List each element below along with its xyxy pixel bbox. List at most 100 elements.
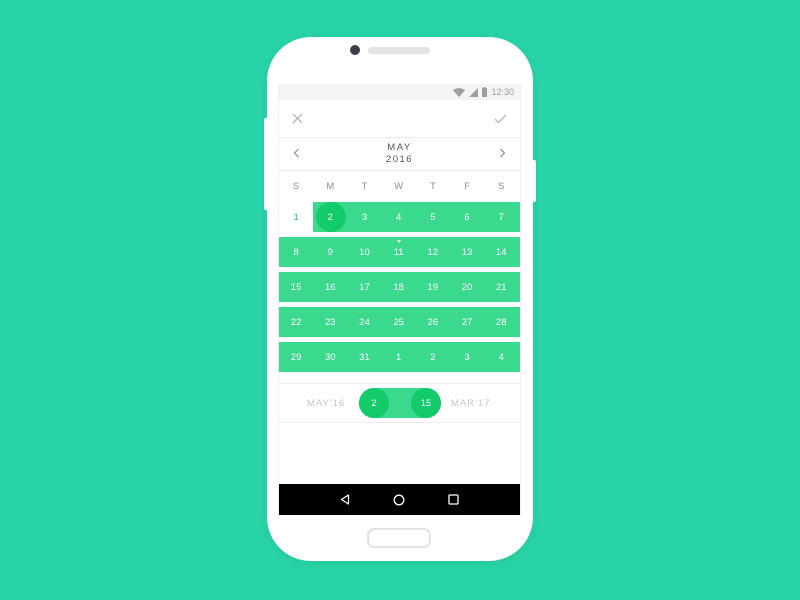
calendar-day[interactable]: 4 <box>484 342 518 372</box>
range-start-label: MAY'16 <box>307 398 346 409</box>
calendar-day[interactable]: 22 <box>279 307 313 337</box>
check-icon[interactable] <box>494 114 507 124</box>
front-camera <box>350 45 360 55</box>
day-number: 4 <box>498 351 504 363</box>
calendar-day[interactable]: 2 <box>416 342 450 372</box>
day-number: 20 <box>461 281 473 293</box>
calendar-day[interactable]: 30 <box>313 342 347 372</box>
calendar-day[interactable]: 3 <box>450 342 484 372</box>
battery-icon <box>482 87 488 97</box>
calendar-day[interactable]: 24 <box>347 307 381 337</box>
range-selector: MAY'16 2 15 MAR'17 <box>279 383 520 423</box>
calendar-day[interactable]: 25 <box>382 307 416 337</box>
day-number: 17 <box>359 281 370 293</box>
day-number: 22 <box>290 316 302 328</box>
calendar-day[interactable]: 29 <box>279 342 313 372</box>
day-number: 4 <box>396 211 402 223</box>
calendar-day[interactable]: 16 <box>313 272 347 302</box>
status-time: 12:30 <box>491 87 514 97</box>
calendar-day[interactable]: 28 <box>484 307 518 337</box>
calendar-day[interactable]: 8 <box>279 237 313 267</box>
day-number: 3 <box>361 211 368 223</box>
day-number: 5 <box>430 211 436 223</box>
calendar-week: 8 9 10 11 12 13 14 <box>279 237 520 267</box>
calendar-day[interactable]: 14 <box>484 237 518 267</box>
day-number: 6 <box>464 211 470 223</box>
chevron-right-icon[interactable] <box>499 145 506 163</box>
calendar-day-selected[interactable]: 2 <box>313 202 347 232</box>
weekday-label: S <box>498 181 505 192</box>
calendar-day[interactable]: 12 <box>416 237 450 267</box>
day-number: 12 <box>427 246 439 258</box>
calendar-day[interactable]: 4 <box>382 202 416 232</box>
day-number: 25 <box>393 316 404 328</box>
calendar-day[interactable]: 7 <box>484 202 518 232</box>
calendar-day[interactable]: 3 <box>347 202 381 232</box>
calendar-day[interactable]: 20 <box>450 272 484 302</box>
calendar-day[interactable]: 10 <box>347 237 381 267</box>
close-icon[interactable] <box>292 113 303 124</box>
day-number: 21 <box>495 281 507 293</box>
day-number: 26 <box>427 316 439 328</box>
toolbar <box>279 100 520 138</box>
calendar-day[interactable]: 9 <box>313 237 347 267</box>
android-nav-bar <box>279 484 520 515</box>
calendar-day[interactable]: 27 <box>450 307 484 337</box>
range-start-thumb[interactable]: 2 <box>359 388 389 418</box>
calendar-day[interactable]: 15 <box>279 272 313 302</box>
range-end-thumb[interactable]: 15 <box>411 388 441 418</box>
calendar-week: 22 23 24 25 26 27 28 <box>279 307 520 337</box>
earpiece-speaker <box>368 47 430 54</box>
weekday-label: T <box>429 181 436 192</box>
calendar-day[interactable]: 26 <box>416 307 450 337</box>
weekday-label: S <box>292 181 300 192</box>
calendar-day[interactable]: 1 <box>382 342 416 372</box>
calendar-day[interactable]: 17 <box>347 272 381 302</box>
month-navigation: MAY 2016 <box>279 138 520 171</box>
calendar-week: 1 2 3 4 5 6 7 <box>279 202 520 232</box>
signal-icon <box>469 87 479 97</box>
day-number: 31 <box>359 351 370 363</box>
calendar-day[interactable]: 5 <box>416 202 450 232</box>
day-number: 1 <box>293 211 299 223</box>
calendar-day[interactable]: 23 <box>313 307 347 337</box>
day-number: 10 <box>359 246 370 258</box>
calendar-week: 15 16 17 18 19 20 21 <box>279 272 520 302</box>
calendar-day[interactable]: 31 <box>347 342 381 372</box>
day-number: 2 <box>327 211 333 223</box>
day-number: 13 <box>461 246 473 258</box>
weekday-label: W <box>394 181 404 192</box>
day-number: 11 <box>393 246 404 258</box>
calendar-day[interactable]: 18 <box>382 272 416 302</box>
chevron-left-icon[interactable] <box>293 145 300 163</box>
calendar-day[interactable]: 1 <box>279 202 313 232</box>
home-icon[interactable] <box>393 494 405 506</box>
day-number: 18 <box>393 281 404 293</box>
calendar-day[interactable]: 13 <box>450 237 484 267</box>
calendar-day[interactable]: 19 <box>416 272 450 302</box>
weekday-label: M <box>326 181 335 192</box>
day-number: 14 <box>495 246 507 258</box>
wifi-icon <box>453 87 466 97</box>
hardware-home-button <box>367 528 431 548</box>
weekday-label: T <box>361 181 368 192</box>
back-icon[interactable] <box>340 494 350 505</box>
day-number: 1 <box>396 351 402 363</box>
day-number: 30 <box>324 351 336 363</box>
day-number: 29 <box>290 351 302 363</box>
calendar-week: 29 30 31 1 2 3 4 <box>279 342 520 372</box>
year-label: 2016 <box>385 154 414 165</box>
day-number: 23 <box>324 316 336 328</box>
day-number: 3 <box>464 351 470 363</box>
calendar-day[interactable]: 6 <box>450 202 484 232</box>
calendar-day-today[interactable]: 11 <box>382 237 416 267</box>
day-number: 8 <box>293 246 299 258</box>
day-number: 15 <box>290 281 302 293</box>
calendar-day[interactable]: 21 <box>484 272 518 302</box>
day-number: 27 <box>461 316 473 328</box>
day-number: 9 <box>327 246 333 258</box>
day-number: 2 <box>430 351 436 363</box>
status-bar: 12:30 <box>279 84 520 100</box>
month-title: MAY 2016 <box>386 142 413 166</box>
recents-icon[interactable] <box>447 494 459 505</box>
